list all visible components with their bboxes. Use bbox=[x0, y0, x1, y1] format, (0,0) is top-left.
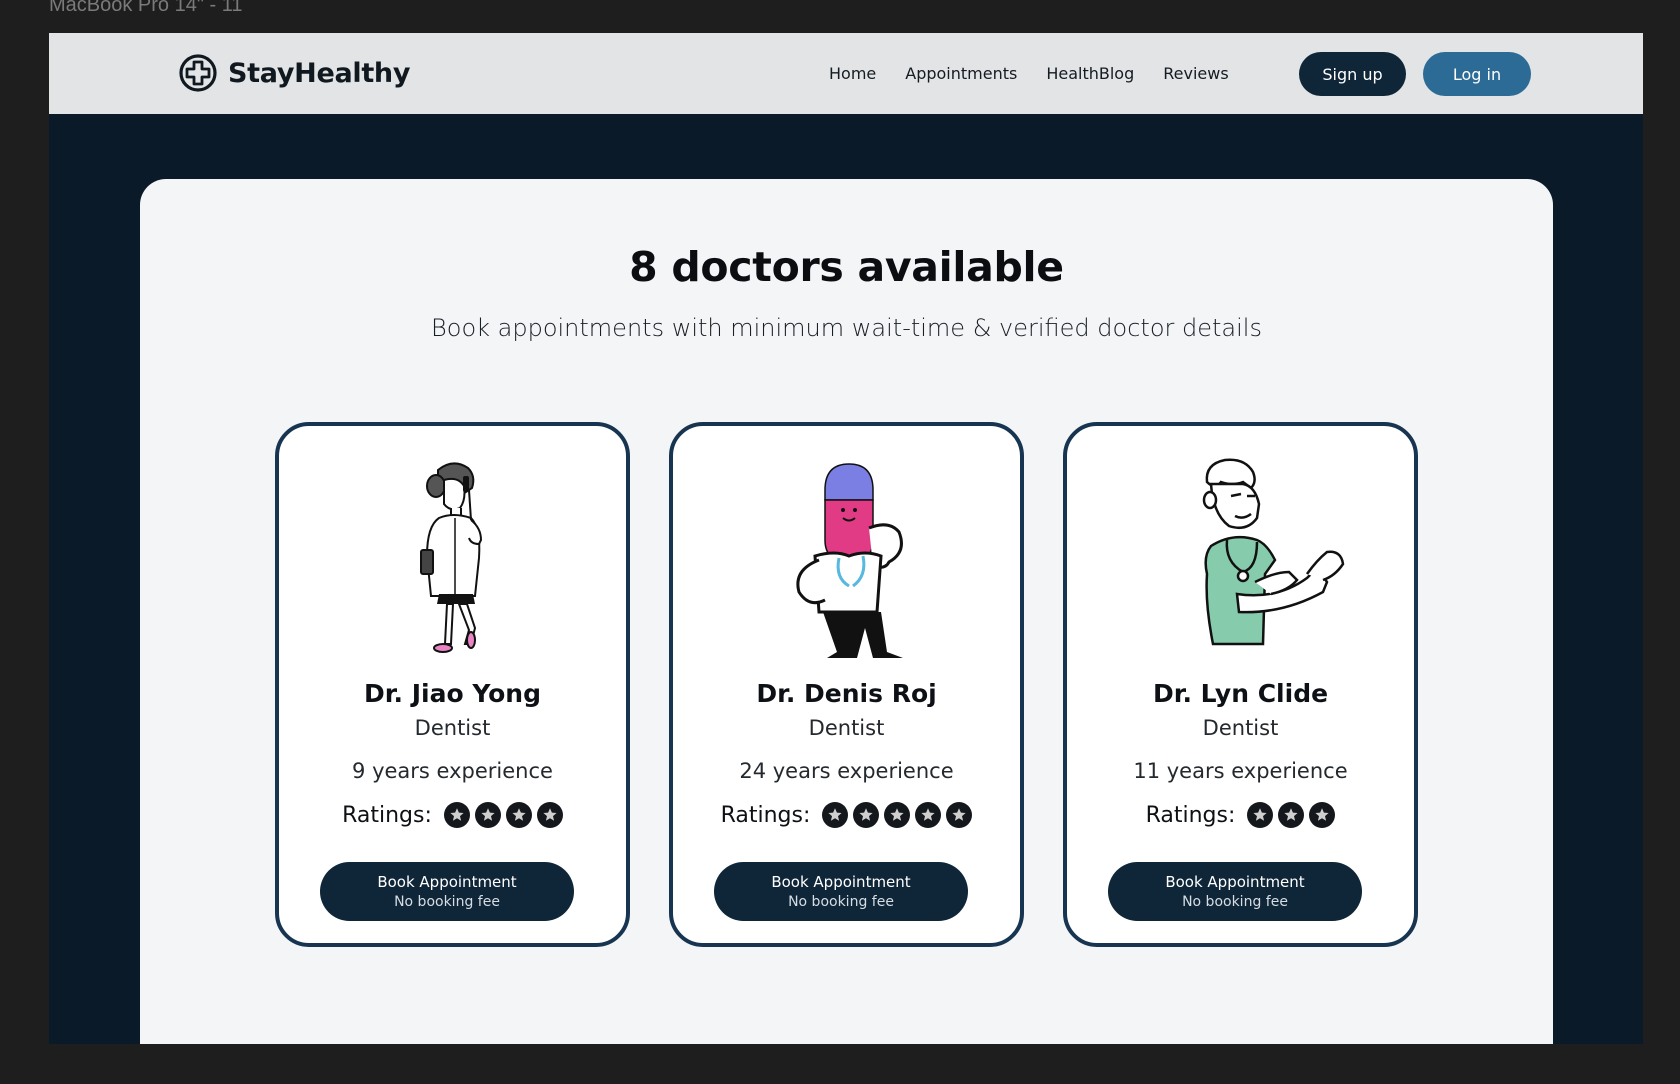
nav-link-reviews[interactable]: Reviews bbox=[1163, 64, 1228, 83]
navbar: StayHealthy Home Appointments HealthBlog… bbox=[49, 33, 1643, 114]
doctors-panel: 8 doctors available Book appointments wi… bbox=[140, 179, 1553, 1044]
ratings-label: Ratings: bbox=[342, 802, 432, 828]
booking-fee-label: No booking fee bbox=[394, 893, 500, 910]
star-icon bbox=[884, 802, 911, 828]
doctor-card: Dr. Lyn Clide Dentist 11 years experienc… bbox=[1063, 422, 1418, 947]
book-appointment-label: Book Appointment bbox=[771, 872, 911, 891]
book-appointment-button[interactable]: Book Appointment No booking fee bbox=[1108, 862, 1362, 921]
doctor-name: Dr. Jiao Yong bbox=[363, 679, 541, 708]
star-icon bbox=[505, 802, 532, 828]
doctor-name: Dr. Lyn Clide bbox=[1152, 679, 1329, 708]
star-icon bbox=[443, 802, 470, 828]
rating-row: Ratings: bbox=[279, 802, 626, 828]
female-doctor-phone-illustration bbox=[343, 456, 563, 661]
doctor-specialty: Dentist bbox=[1202, 716, 1279, 740]
medical-cross-icon bbox=[179, 54, 217, 92]
booking-fee-label: No booking fee bbox=[1182, 893, 1288, 910]
star-rating bbox=[443, 802, 563, 828]
star-icon bbox=[536, 802, 563, 828]
frame-label: MacBook Pro 14" - 11 bbox=[49, 0, 243, 16]
doctor-cards: Dr. Jiao Yong Dentist 9 years experience… bbox=[275, 422, 1418, 947]
star-icon bbox=[915, 802, 942, 828]
brand-name: StayHealthy bbox=[228, 57, 411, 89]
star-icon bbox=[1309, 802, 1336, 828]
nav-links: Home Appointments HealthBlog Reviews bbox=[829, 33, 1258, 114]
rating-row: Ratings: bbox=[1067, 802, 1414, 828]
book-appointment-label: Book Appointment bbox=[1165, 872, 1305, 891]
page-title: 8 doctors available bbox=[629, 243, 1064, 291]
doctor-specialty: Dentist bbox=[414, 716, 491, 740]
doctor-experience: 9 years experience bbox=[352, 759, 553, 783]
rating-row: Ratings: bbox=[673, 802, 1020, 828]
pill-character-doctor-illustration bbox=[737, 456, 957, 661]
doctor-experience: 24 years experience bbox=[739, 759, 954, 783]
star-rating bbox=[822, 802, 973, 828]
doctor-card: Dr. Jiao Yong Dentist 9 years experience… bbox=[275, 422, 630, 947]
page-subtitle: Book appointments with minimum wait-time… bbox=[431, 314, 1262, 342]
doctor-experience: 11 years experience bbox=[1133, 759, 1348, 783]
star-icon bbox=[474, 802, 501, 828]
ratings-label: Ratings: bbox=[720, 802, 811, 828]
star-icon bbox=[946, 802, 973, 828]
browser-frame: StayHealthy Home Appointments HealthBlog… bbox=[49, 33, 1643, 1044]
star-icon bbox=[822, 802, 849, 828]
login-button[interactable]: Log in bbox=[1423, 52, 1531, 96]
book-appointment-button[interactable]: Book Appointment No booking fee bbox=[714, 862, 968, 921]
booking-fee-label: No booking fee bbox=[788, 893, 894, 910]
doctor-card: Dr. Denis Roj Dentist 24 years experienc… bbox=[669, 422, 1024, 947]
star-rating bbox=[1247, 802, 1336, 828]
nav-link-appointments[interactable]: Appointments bbox=[905, 64, 1017, 83]
doctor-name: Dr. Denis Roj bbox=[756, 679, 937, 708]
book-appointment-label: Book Appointment bbox=[377, 872, 517, 891]
male-doctor-scrubs-illustration bbox=[1131, 456, 1351, 661]
star-icon bbox=[1278, 802, 1305, 828]
doctor-specialty: Dentist bbox=[808, 716, 885, 740]
signup-button[interactable]: Sign up bbox=[1299, 52, 1406, 96]
book-appointment-button[interactable]: Book Appointment No booking fee bbox=[320, 862, 574, 921]
star-icon bbox=[1247, 802, 1274, 828]
star-icon bbox=[853, 802, 880, 828]
nav-link-home[interactable]: Home bbox=[829, 64, 876, 83]
ratings-label: Ratings: bbox=[1145, 802, 1236, 828]
brand[interactable]: StayHealthy bbox=[178, 52, 410, 94]
nav-link-healthblog[interactable]: HealthBlog bbox=[1046, 64, 1134, 83]
